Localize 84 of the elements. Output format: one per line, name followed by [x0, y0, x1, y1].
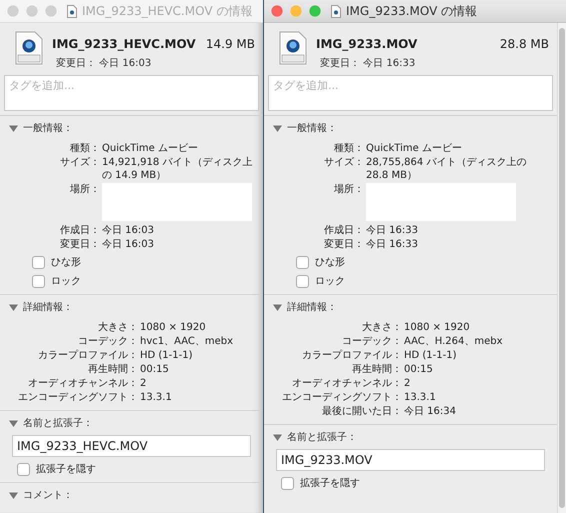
info-label: 変更日：	[59, 238, 100, 251]
info-value: 28,755,864 バイト（ディスク上の 28.8 MB）	[365, 156, 528, 182]
file-size: 14.9 MB	[206, 37, 255, 51]
info-value: 今日 16:33	[365, 238, 419, 251]
file-name: IMG_9233.MOV	[316, 37, 418, 51]
checkbox-label: ロック	[51, 275, 81, 288]
info-label: オーディオチャンネル：	[291, 377, 402, 390]
info-label: 種類：	[333, 142, 364, 155]
checkbox[interactable]	[32, 274, 45, 288]
info-label: サイズ：	[59, 156, 100, 170]
checkbox-label: ひな形	[315, 256, 345, 269]
info-value: QuickTime ムービー	[365, 142, 463, 155]
tags-field[interactable]: タグを追加...	[268, 75, 553, 111]
info-value: 14,921,918 バイト（ディスク上の 14.9 MB）	[101, 156, 253, 182]
info-label: エンコーディングソフト：	[281, 391, 402, 404]
section-heading: 一般情報：	[23, 122, 73, 135]
info-label: 再生時間：	[87, 363, 138, 376]
disclosure-triangle-icon[interactable]	[273, 302, 282, 312]
section-heading: 詳細情報：	[23, 300, 73, 314]
info-value: 2	[139, 377, 148, 390]
movie-file-icon	[14, 31, 44, 65]
info-label: 種類：	[69, 142, 100, 155]
info-label: サイズ：	[323, 156, 364, 170]
info-label: コーデック：	[77, 335, 138, 348]
section-heading: コメント：	[23, 489, 73, 502]
name-field[interactable]: IMG_9233.MOV	[276, 449, 545, 471]
info-value: QuickTime ムービー	[101, 142, 199, 155]
info-label: 作成日：	[323, 224, 364, 237]
section-heading: 名前と拡張子：	[23, 416, 93, 430]
window-title: IMG_9233.MOV の情報	[346, 2, 478, 20]
disclosure-triangle-icon[interactable]	[273, 124, 282, 132]
info-label: 場所：	[333, 183, 364, 197]
info-label: エンコーディングソフト：	[17, 391, 138, 404]
info-value: 2	[403, 377, 412, 390]
checkbox[interactable]	[281, 476, 294, 490]
info-value: 13.3.1	[403, 391, 437, 404]
info-value: 今日 16:03	[101, 238, 155, 251]
checkbox[interactable]	[32, 256, 45, 268]
section-heading: 一般情報：	[287, 122, 337, 135]
info-value: 13.3.1	[139, 391, 173, 404]
checkbox[interactable]	[17, 462, 30, 476]
movie-file-icon	[278, 31, 308, 65]
info-label: 場所：	[69, 183, 100, 197]
scrollbar[interactable]	[557, 23, 566, 513]
disclosure-triangle-icon[interactable]	[273, 432, 282, 442]
info-label: カラープロファイル：	[37, 349, 138, 362]
info-value: HD (1-1-1)	[139, 349, 194, 362]
checkbox[interactable]	[296, 256, 309, 268]
info-value: 00:15	[403, 363, 434, 376]
info-value: AAC、H.264、mebx	[403, 335, 504, 348]
checkbox-label: 拡張子を隠す	[36, 462, 96, 476]
file-name: IMG_9233_HEVC.MOV	[52, 37, 196, 51]
info-label: 作成日：	[59, 224, 100, 237]
info-value: HD (1-1-1)	[403, 349, 458, 362]
info-label: 最後に開いた日：	[321, 405, 402, 418]
checkbox-label: 拡張子を隠す	[300, 476, 360, 490]
document-icon	[331, 4, 341, 18]
info-value: 今日 16:34	[403, 405, 457, 418]
info-value: hvc1、AAC、mebx	[139, 335, 234, 348]
modified-date: 変更日： 今日 16:33	[320, 56, 416, 70]
info-label: カラープロファイル：	[301, 349, 402, 362]
info-label: 大きさ：	[97, 321, 138, 334]
info-value: 1080 × 1920	[139, 321, 207, 334]
section-heading: 詳細情報：	[287, 300, 337, 314]
info-label: 大きさ：	[361, 321, 402, 334]
info-value: 今日 16:33	[365, 224, 419, 237]
window-control-icon[interactable]	[309, 5, 321, 17]
section-heading: 名前と拡張子：	[287, 430, 357, 444]
window-control-icon[interactable]	[290, 5, 302, 17]
document-icon	[67, 4, 77, 18]
info-value: 今日 16:03	[101, 224, 155, 237]
window-control-icon[interactable]	[271, 5, 283, 17]
checkbox[interactable]	[296, 274, 309, 288]
file-size: 28.8 MB	[500, 37, 549, 51]
checkbox-label: ロック	[315, 275, 345, 288]
info-label: オーディオチャンネル：	[27, 377, 138, 390]
info-label: 再生時間：	[351, 363, 402, 376]
info-value: 00:15	[139, 363, 170, 376]
info-value: 1080 × 1920	[403, 321, 471, 334]
modified-date: 変更日： 今日 16:03	[56, 56, 152, 70]
info-label: コーデック：	[341, 335, 402, 348]
window-title: IMG_9233_HEVC.MOV の情報	[82, 2, 252, 20]
info-label: 変更日：	[323, 238, 364, 251]
checkbox-label: ひな形	[51, 256, 81, 269]
